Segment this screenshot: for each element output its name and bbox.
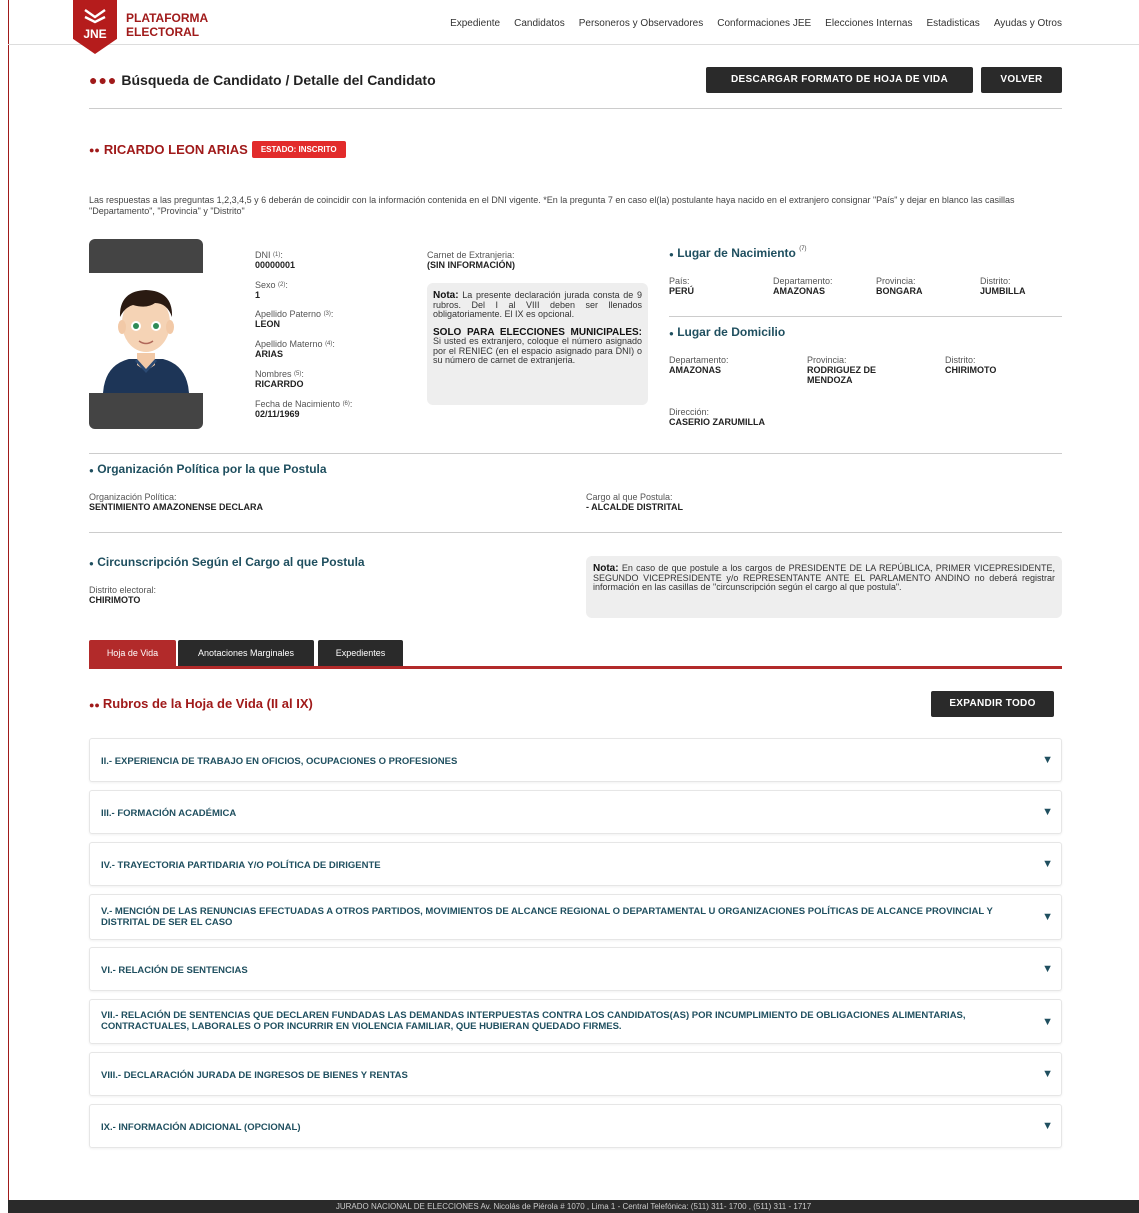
dom-departamento-field: Departamento: AMAZONAS [669,355,729,375]
fecha-nacimiento-field: Fecha de Nacimiento (6): 02/11/1969 [255,399,353,419]
candidate-photo [89,239,203,429]
org-politica-field: Organización Política: SENTIMIENTO AMAZON… [89,492,264,512]
logo-mark-icon [84,9,106,24]
accordion-title: II.- EXPERIENCIA DE TRABAJO EN OFICIOS, … [101,756,458,767]
accordion-title: VIII.- DECLARACIÓN JURADA DE INGRESOS DE… [101,1070,408,1081]
nav-ayudas[interactable]: Ayudas y Otros [994,18,1062,29]
nota-box: Nota: La presente declaración jurada con… [427,283,648,405]
footer: JURADO NACIONAL DE ELECCIONES Av. Nicolá… [8,1200,1139,1213]
candidate-name: RICARDO LEON ARIAS [103,142,248,157]
dom-distrito-field: Distrito: CHIRIMOTO [945,355,997,375]
accordion-rubro-iii[interactable]: III.- FORMACIÓN ACADÉMICA ▼ [89,790,1062,834]
nav-estadisticas[interactable]: Estadisticas [926,18,979,29]
accordion-title: III.- FORMACIÓN ACADÉMICA [101,808,237,819]
accordion-title: VII.- RELACIÓN DE SENTENCIAS QUE DECLARE… [101,1010,966,1032]
organizacion-title: ● Organización Política por la que Postu… [89,462,327,476]
dom-provincia-field: Provincia: RODRIGUEZ DE MENDOZA [807,355,877,385]
name-dots-icon: ●● [89,144,100,155]
accordion-rubro-ix[interactable]: IX.- INFORMACIÓN ADICIONAL (OPCIONAL) ▼ [89,1104,1062,1148]
page-title-text: Búsqueda de Candidato / Detalle del Cand… [121,72,436,88]
accordion-title: IV.- TRAYECTORIA PARTIDARIA Y/O POLÍTICA… [101,860,381,871]
accordion-rubro-iv[interactable]: IV.- TRAYECTORIA PARTIDARIA Y/O POLÍTICA… [89,842,1062,886]
accordion-title: IX.- INFORMACIÓN ADICIONAL (OPCIONAL) [101,1122,301,1133]
avatar-icon [103,290,189,393]
nav-conformaciones[interactable]: Conformaciones JEE [717,18,811,29]
triangle-down-icon[interactable]: ▼ [1042,754,1053,766]
accordion-rubro-vii[interactable]: VII.- RELACIÓN DE SENTENCIAS QUE DECLARE… [89,999,1062,1044]
triangle-down-icon[interactable]: ▼ [1042,1120,1053,1132]
nav-personeros[interactable]: Personeros y Observadores [579,18,704,29]
triangle-down-icon[interactable]: ▼ [1042,1068,1053,1080]
candidate-header: ●● RICARDO LEON ARIAS ESTADO: INSCRITO [89,141,346,158]
triangle-down-icon[interactable]: ▼ [1042,858,1053,870]
page-title: ●●● Búsqueda de Candidato / Detalle del C… [89,72,436,88]
triangle-down-icon[interactable]: ▼ [1042,963,1053,975]
cargo-field: Cargo al que Postula: - ALCALDE DISTRITAL [586,492,683,512]
nac-distrito-field: Distrito: JUMBILLA [980,276,1026,296]
dni-field: DNI (1): 00000001 [255,250,296,270]
nac-departamento-field: Departamento: AMAZONAS [773,276,833,296]
nav-expediente[interactable]: Expediente [450,18,500,29]
logo-line1: PLATAFORMA [126,11,209,25]
divider [89,108,1062,109]
domicilio-title: ● Lugar de Domicilio [669,325,786,339]
nav-candidatos[interactable]: Candidatos [514,18,565,29]
rubros-dots-icon: ●● [89,700,100,710]
rubros-title: ●● Rubros de la Hoja de Vida (II al IX) [89,696,313,711]
circunscripcion-nota: Nota: En caso de que postule a los cargo… [586,556,1062,618]
triangle-down-icon[interactable]: ▼ [1042,911,1053,923]
download-format-button[interactable]: DESCARGAR FORMATO DE HOJA DE VIDA [706,67,973,93]
accordion-title: VI.- RELACIÓN DE SENTENCIAS [101,965,248,976]
tab-anotaciones-marginales[interactable]: Anotaciones Marginales [178,640,314,666]
nacimiento-title: ● Lugar de Nacimiento (7) [669,246,807,260]
apellido-paterno-field: Apellido Paterno (3): LEON [255,309,334,329]
expand-all-button[interactable]: EXPANDIR TODO [931,691,1054,717]
intro-text: Las respuestas a las preguntas 1,2,3,4,5… [89,195,1015,216]
back-button[interactable]: VOLVER [981,67,1062,93]
carnet-field: Carnet de Extranjeria: (SIN INFORMACIÓN) [427,250,515,270]
triangle-down-icon[interactable]: ▼ [1042,1016,1053,1028]
distrito-electoral-field: Distrito electoral: CHIRIMOTO [89,585,157,605]
accordion-rubro-v[interactable]: V.- MENCIÓN DE LAS RENUNCIAS EFECTUADAS … [89,894,1062,940]
accordion-rubro-viii[interactable]: VIII.- DECLARACIÓN JURADA DE INGRESOS DE… [89,1052,1062,1096]
logo-line2: ELECTORAL [126,25,200,39]
logo-abbr: JNE [83,27,107,41]
triangle-down-icon[interactable]: ▼ [1042,806,1053,818]
divider [89,532,1062,533]
tab-underline [89,666,1062,669]
tab-hoja-de-vida[interactable]: Hoja de Vida [89,640,176,666]
accordion-rubro-vi[interactable]: VI.- RELACIÓN DE SENTENCIAS ▼ [89,947,1062,991]
divider [669,316,1062,317]
dom-direccion-field: Dirección: CASERIO ZARUMILLA [669,407,765,427]
status-badge: ESTADO: INSCRITO [251,141,346,158]
nav-elecciones-internas[interactable]: Elecciones Internas [825,18,912,29]
sexo-field: Sexo (2): 1 [255,280,288,300]
nac-pais-field: País: PERÚ [669,276,695,296]
accordion-title: V.- MENCIÓN DE LAS RENUNCIAS EFECTUADAS … [101,906,993,928]
circunscripcion-title: ● Circunscripción Según el Cargo al que … [89,555,365,569]
logo-text[interactable]: PLATAFORMA ELECTORAL [126,11,208,39]
main-nav: Expediente Candidatos Personeros y Obser… [450,18,1062,29]
tab-expedientes[interactable]: Expedientes [318,640,403,666]
title-dots-icon: ●●● [89,72,118,88]
accordion-rubro-ii[interactable]: II.- EXPERIENCIA DE TRABAJO EN OFICIOS, … [89,738,1062,782]
nombres-field: Nombres (5): RICARRDO [255,369,304,389]
divider [89,453,1062,454]
apellido-materno-field: Apellido Materno (4): ARIAS [255,339,335,359]
nac-provincia-field: Provincia: BONGARA [876,276,923,296]
